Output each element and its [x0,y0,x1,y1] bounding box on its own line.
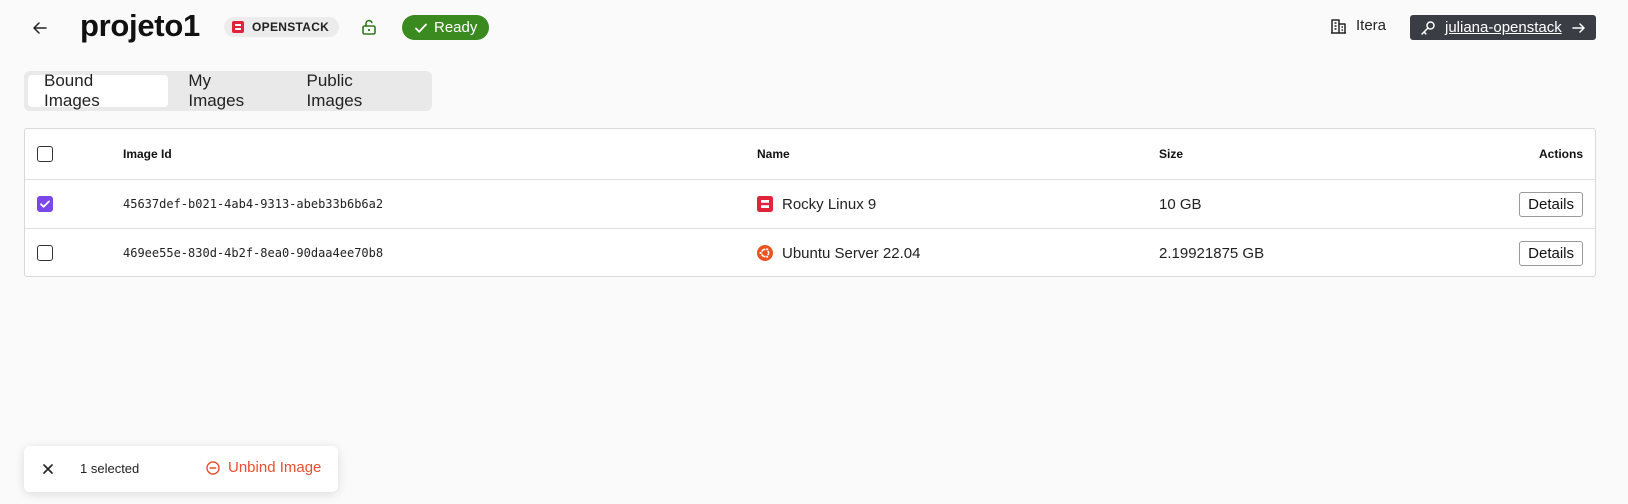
select-all-checkbox[interactable] [37,146,53,162]
page-header: projeto1 OPENSTACK Ready Itera juliana-o… [0,0,1628,56]
ubuntu-icon [757,245,773,261]
arrow-right-icon [1572,22,1585,33]
selected-count: 1 selected [80,461,140,476]
row-checkbox[interactable] [37,245,53,261]
image-size: 2.19921875 GB [1159,244,1265,262]
row-checkbox[interactable] [37,196,53,212]
status-label: Ready [434,19,478,36]
tab-my-images[interactable]: My Images [172,71,286,110]
provider-label: OPENSTACK [252,20,330,34]
close-icon[interactable] [40,461,56,477]
minus-circle-icon [206,460,220,475]
image-id: 45637def-b021-4ab4-9313-abeb33b6b6a2 [123,197,384,211]
column-header-size[interactable]: Size [1159,129,1183,179]
building-icon [1331,19,1346,34]
unlock-icon[interactable] [360,18,378,36]
tab-public-images[interactable]: Public Images [291,71,429,110]
page-title: projeto1 [80,8,200,43]
image-size: 10 GB [1159,195,1202,213]
column-header-image-id[interactable]: Image Id [123,129,172,179]
table-header: Image Id Name Size Actions [25,129,1595,179]
status-badge: Ready [402,15,490,40]
column-header-name[interactable]: Name [757,129,790,179]
table-row[interactable]: 469ee55e-830d-4b2f-8ea0-90daa4ee70b8 Ubu… [25,228,1595,277]
organization-label: Itera [1356,17,1387,34]
tab-bound-images[interactable]: Bound Images [28,71,169,110]
table-row[interactable]: 45637def-b021-4ab4-9313-abeb33b6b6a2 Roc… [25,179,1595,228]
arrow-left-icon [33,22,47,34]
back-button[interactable] [28,16,52,40]
check-icon [40,200,50,208]
openstack-icon [757,196,773,212]
image-id: 469ee55e-830d-4b2f-8ea0-90daa4ee70b8 [123,246,384,260]
image-tabs: Bound Images My Images Public Images [24,71,432,111]
organization[interactable]: Itera [1330,17,1386,34]
unbind-image-button[interactable]: Unbind Image [206,459,321,476]
key-icon [1421,20,1435,35]
details-button[interactable]: Details [1519,191,1583,217]
provider-badge: OPENSTACK [224,17,340,37]
details-button[interactable]: Details [1519,240,1583,266]
image-name: Rocky Linux 9 [782,195,877,213]
column-header-actions: Actions [1538,147,1583,161]
openstack-icon [232,21,244,33]
image-name: Ubuntu Server 22.04 [782,244,921,262]
unbind-image-label: Unbind Image [228,459,322,476]
selection-toolbar: 1 selected Unbind Image [24,446,338,492]
credential-label: juliana-openstack [1445,19,1562,36]
images-table: Image Id Name Size Actions 45637def-b021… [24,128,1596,277]
credential-button[interactable]: juliana-openstack [1410,15,1596,40]
check-icon [415,23,427,33]
